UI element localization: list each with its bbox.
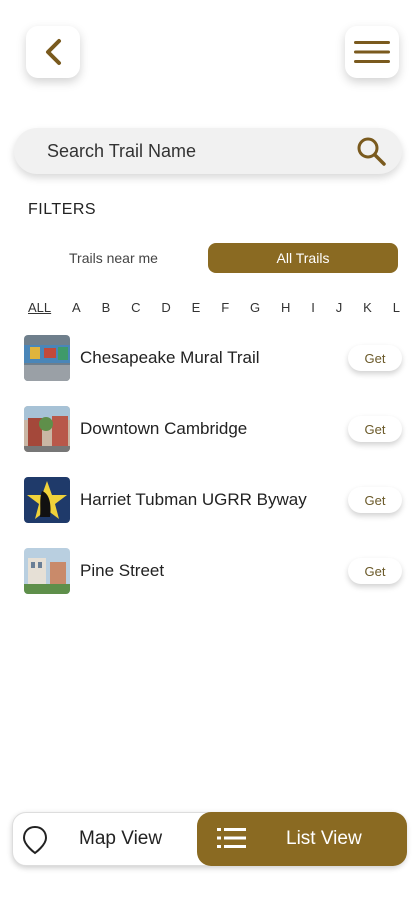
alphabet-index: ALL A B C D E F G H I J K L — [28, 300, 400, 315]
search-placeholder: Search Trail Name — [47, 140, 197, 161]
alpha-letter[interactable]: C — [131, 300, 140, 315]
filters-label: FILTERS — [28, 201, 97, 218]
map-view-label: Map View — [79, 828, 163, 849]
alpha-letter[interactable]: D — [161, 300, 170, 315]
hamburger-menu-icon — [354, 41, 390, 63]
trail-item[interactable]: Harriet Tubman UGRR Byway Get — [24, 476, 402, 524]
alpha-all[interactable]: ALL — [28, 300, 51, 315]
list-view-label: List View — [286, 828, 362, 849]
alpha-letter[interactable]: F — [221, 300, 229, 315]
alpha-letter[interactable]: G — [250, 300, 260, 315]
search-icon[interactable] — [354, 134, 388, 168]
filter-trails-near-me[interactable]: Trails near me — [21, 243, 206, 273]
trail-thumbnail — [24, 477, 70, 523]
filter-all-trails[interactable]: All Trails — [208, 243, 398, 273]
trail-name: Pine Street — [80, 561, 165, 580]
get-button[interactable]: Get — [348, 487, 402, 513]
map-view-button[interactable]: Map View — [13, 813, 199, 865]
list-view-button[interactable]: List View — [197, 812, 407, 866]
alpha-letter[interactable]: L — [393, 300, 400, 315]
list-icon — [217, 828, 246, 848]
get-button[interactable]: Get — [348, 345, 402, 371]
alpha-letter[interactable]: J — [336, 300, 343, 315]
alpha-letter[interactable]: I — [311, 300, 315, 315]
alpha-letter[interactable]: A — [72, 300, 81, 315]
search-input[interactable]: Search Trail Name — [14, 128, 402, 174]
menu-button[interactable] — [345, 26, 399, 78]
trail-item[interactable]: Downtown Cambridge Get — [24, 405, 402, 453]
trail-name: Chesapeake Mural Trail — [80, 348, 260, 367]
bottom-view-switcher: Map View List View — [12, 812, 407, 866]
back-icon — [46, 39, 61, 65]
map-pin-icon — [22, 825, 48, 855]
filter-toggle: Trails near me All Trails — [21, 243, 399, 273]
alpha-letter[interactable]: K — [363, 300, 372, 315]
trail-name: Harriet Tubman UGRR Byway — [80, 490, 307, 509]
trail-item[interactable]: Pine Street Get — [24, 547, 402, 595]
get-button[interactable]: Get — [348, 558, 402, 584]
trail-thumbnail — [24, 335, 70, 381]
get-button[interactable]: Get — [348, 416, 402, 442]
trail-name: Downtown Cambridge — [80, 419, 248, 438]
alpha-letter[interactable]: E — [192, 300, 201, 315]
alpha-letter[interactable]: B — [102, 300, 111, 315]
back-button[interactable] — [26, 26, 80, 78]
trail-item[interactable]: Chesapeake Mural Trail Get — [24, 334, 402, 382]
trail-thumbnail — [24, 406, 70, 452]
alpha-letter[interactable]: H — [281, 300, 290, 315]
trail-thumbnail — [24, 548, 70, 594]
